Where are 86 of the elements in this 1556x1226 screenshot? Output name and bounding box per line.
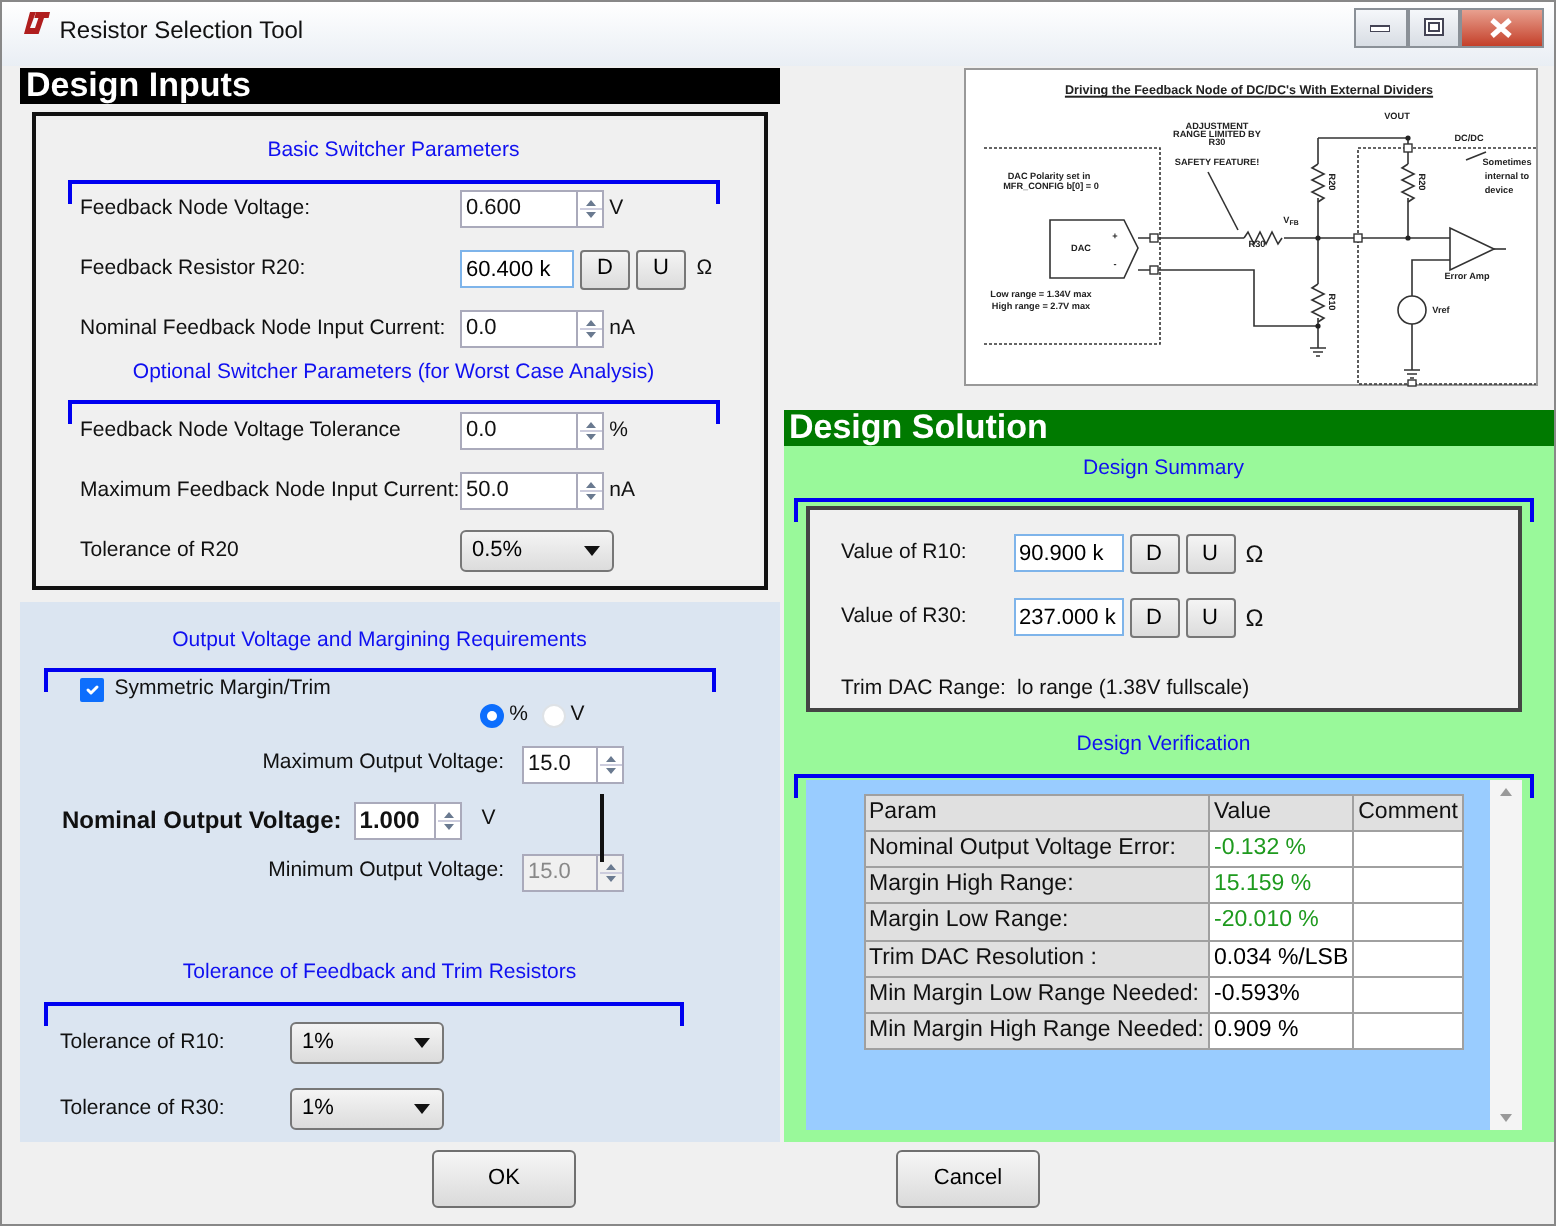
field-label: Feedback Node Voltage:: [80, 193, 312, 224]
step-button[interactable]: D: [580, 249, 630, 290]
text-field[interactable]: 60.400 k: [460, 250, 574, 289]
unit-label: %: [609, 415, 628, 446]
field-label: Tolerance of R10:: [60, 1027, 227, 1058]
scrollbar[interactable]: [1490, 779, 1522, 1129]
close-icon: [1490, 17, 1513, 38]
step-button[interactable]: U: [636, 249, 686, 290]
field-label: Tolerance of R30:: [60, 1093, 227, 1124]
scroll-down-icon[interactable]: [1500, 1113, 1512, 1121]
checkbox[interactable]: [80, 678, 104, 703]
number-field[interactable]: 0.0: [460, 310, 576, 349]
section-heading: Output Voltage and Margining Requirements: [170, 625, 589, 655]
window-title: Resistor Selection Tool: [59, 14, 304, 49]
field-label: Maximum Output Voltage:: [260, 748, 506, 779]
section-header: Design Inputs: [20, 68, 779, 104]
radio-button[interactable]: [480, 704, 504, 729]
dropdown[interactable]: 1%: [290, 1088, 444, 1130]
table-cell: Margin Low Range:: [864, 903, 1209, 940]
unit-label: Ω: [696, 253, 713, 284]
table-cell: -0.593%: [1208, 976, 1354, 1013]
section-heading: Design Summary: [1080, 454, 1247, 484]
dropdown[interactable]: 0.5%: [460, 529, 614, 572]
step-button[interactable]: U: [1185, 597, 1235, 638]
ok-button[interactable]: OK: [432, 1150, 576, 1208]
section-heading: Optional Switcher Parameters (for Worst Case Analysis): [130, 357, 657, 388]
column-header: Param: [864, 794, 1209, 831]
spinner-arrows[interactable]: [596, 853, 624, 892]
field-label: Maximum Feedback Node Input Current:: [80, 475, 460, 506]
scroll-up-icon[interactable]: [1500, 787, 1512, 795]
close-button[interactable]: [1459, 7, 1544, 48]
section-heading: Tolerance of Feedback and Trim Resistors: [180, 958, 579, 989]
table-cell: Margin High Range:: [864, 867, 1209, 904]
field-label: Value of R10:: [841, 537, 969, 568]
table-cell: 15.159 %: [1208, 867, 1354, 904]
field-label: Value of R30:: [841, 601, 969, 632]
app-logo-icon: [23, 12, 49, 35]
table-cell: Trim DAC Resolution :: [864, 940, 1209, 977]
section-heading: Basic Switcher Parameters: [265, 135, 522, 166]
field-label: Feedback Node Voltage Tolerance: [80, 415, 403, 446]
caret-icon: [414, 1104, 430, 1114]
number-field[interactable]: 0.600: [460, 190, 576, 229]
unit-label: V: [609, 193, 624, 224]
field-value: lo range (1.38V fullscale): [1017, 673, 1250, 704]
unit-label: Ω: [1245, 601, 1264, 636]
field-label: Tolerance of R20: [80, 535, 241, 566]
table-cell: Min Margin High Range Needed:: [864, 1013, 1209, 1050]
number-field[interactable]: 1.000: [353, 801, 434, 840]
table-cell: 0.034 %/LSB: [1208, 940, 1354, 977]
step-button[interactable]: U: [1185, 533, 1235, 574]
table-cell: Nominal Output Voltage Error:: [864, 830, 1209, 867]
number-field[interactable]: 0.0: [460, 411, 576, 450]
caret-icon: [414, 1038, 430, 1048]
maximize-icon: [1423, 18, 1444, 37]
radio-label: V: [570, 700, 585, 731]
field-label: Nominal Feedback Node Input Current:: [80, 313, 448, 344]
radio-label: %: [509, 700, 528, 731]
section-heading: Design Verification: [1074, 729, 1253, 760]
maximize-button[interactable]: [1407, 7, 1460, 48]
number-field[interactable]: 50.0: [460, 471, 576, 510]
text-field[interactable]: 90.900 k: [1013, 534, 1123, 573]
section-header: Design Solution: [783, 410, 1554, 446]
step-button[interactable]: D: [1129, 597, 1179, 638]
table-cell: -20.010 %: [1208, 903, 1354, 940]
cancel-button[interactable]: Cancel: [896, 1150, 1040, 1208]
checkbox-label: Symmetric Margin/Trim: [114, 674, 331, 705]
number-field[interactable]: 15.0: [522, 745, 596, 784]
dropdown[interactable]: 1%: [290, 1022, 444, 1064]
table-cell: -0.132 %: [1208, 830, 1354, 867]
column-header: Value: [1208, 794, 1354, 831]
text-field[interactable]: 237.000 k: [1013, 598, 1123, 637]
unit-label: V: [481, 804, 496, 835]
table-cell: Min Margin Low Range Needed:: [864, 976, 1209, 1013]
minimize-icon: [1370, 23, 1391, 32]
unit-label: nA: [609, 313, 635, 344]
unit-label: nA: [609, 475, 635, 506]
field-label: Trim DAC Range:: [841, 673, 1008, 704]
field-label: Nominal Output Voltage:: [62, 804, 342, 839]
field-label: Minimum Output Voltage:: [266, 856, 506, 887]
caret-icon: [584, 545, 600, 556]
unit-label: Ω: [1245, 537, 1264, 572]
field-label: Feedback Resistor R20:: [80, 253, 308, 284]
table-cell: 0.909 %: [1208, 1013, 1354, 1050]
step-button[interactable]: D: [1129, 533, 1179, 574]
minimize-button[interactable]: [1353, 7, 1408, 48]
column-header: Comment: [1353, 794, 1463, 831]
